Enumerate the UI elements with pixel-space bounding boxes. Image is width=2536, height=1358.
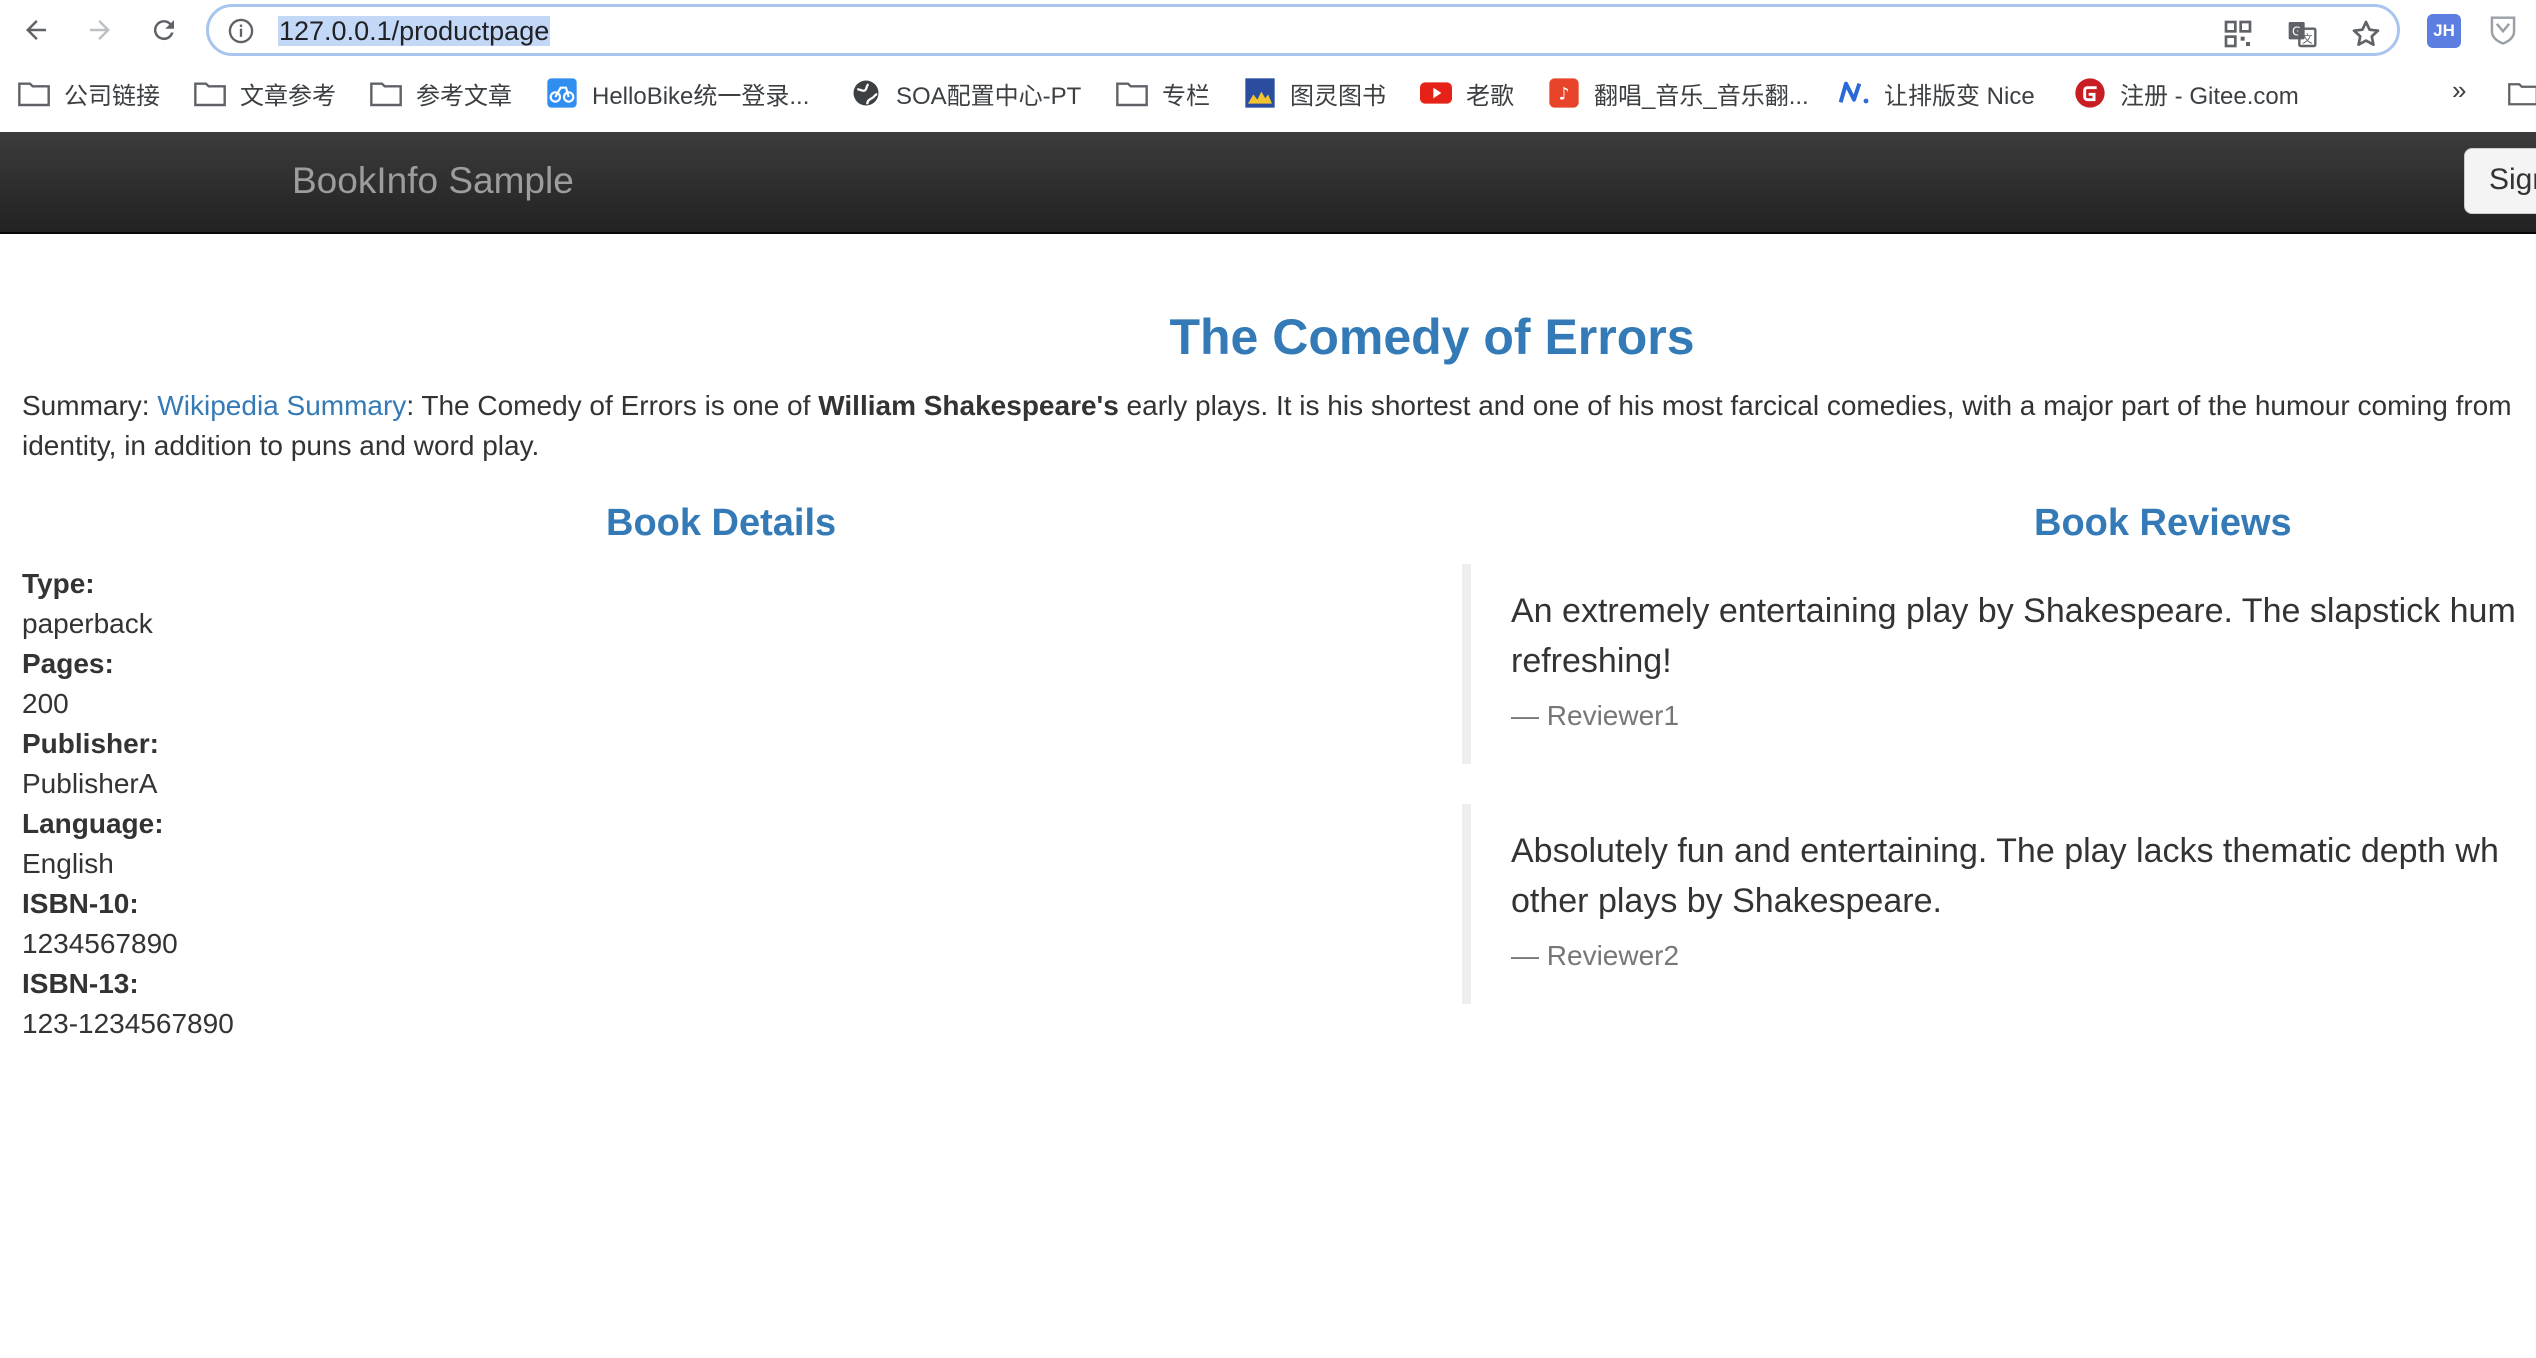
summary-line: identity, in addition to puns and word p…	[22, 430, 540, 461]
translate-icon[interactable]: G文	[2286, 18, 2318, 50]
folder-icon	[18, 77, 50, 109]
bookmark-item[interactable]: SOA配置中心-PT	[850, 73, 1081, 113]
detail-label: ISBN-13:	[22, 968, 139, 999]
youtube-icon	[1420, 77, 1452, 109]
folder-icon	[370, 77, 402, 109]
review-text: refreshing!	[1511, 642, 1672, 680]
bookmarks-bar: 公司链接 文章参考 参考文章 HelloBike统一登录... SOA配置中心-…	[0, 60, 2536, 126]
url-text[interactable]: 127.0.0.1/productpage	[278, 16, 551, 46]
bookmark-item[interactable]: 参考文章	[370, 73, 512, 113]
detail-value: 123-1234567890	[22, 1008, 234, 1039]
gitee-icon	[2074, 77, 2106, 109]
bookmark-item[interactable]: 文章参考	[194, 73, 336, 113]
arrow-right-icon	[90, 20, 110, 40]
summary-line: Summary: Wikipedia Summary: The Comedy o…	[22, 390, 2512, 421]
detail-label: ISBN-10:	[22, 888, 139, 919]
bookmark-item[interactable]: ♪ 翻唱_音乐_音乐翻...	[1548, 73, 1809, 113]
review-text: other plays by Shakespeare.	[1511, 882, 1942, 920]
nice-icon	[1838, 77, 1870, 109]
detail-label: Language:	[22, 808, 164, 839]
folder-icon	[1116, 77, 1148, 109]
brand-link[interactable]: BookInfo Sample	[292, 160, 574, 202]
browser-toolbar: 127.0.0.1/productpage G文 JH	[0, 0, 2536, 60]
bookmark-item[interactable]: 图灵图书	[1244, 73, 1386, 113]
product-summary: Summary: Wikipedia Summary: The Comedy o…	[22, 386, 2536, 466]
profile-avatar[interactable]: JH	[2427, 14, 2461, 48]
detail-value: English	[22, 848, 114, 879]
bookmark-item[interactable]: 让排版变 Nice	[1838, 73, 2035, 113]
detail-value: 200	[22, 688, 69, 719]
detail-value: PublisherA	[22, 768, 158, 799]
reload-button[interactable]	[142, 8, 186, 52]
detail-value: 1234567890	[22, 928, 178, 959]
book-details-heading: Book Details	[606, 502, 837, 544]
info-icon[interactable]	[227, 17, 255, 45]
folder-icon	[194, 77, 226, 109]
bike-icon	[546, 77, 578, 109]
reload-icon	[153, 20, 174, 41]
bookmark-item[interactable]: 老歌	[1420, 73, 1514, 113]
review-text: An extremely entertaining play by Shakes…	[1511, 592, 2516, 630]
page-title: The Comedy of Errors	[1169, 309, 1695, 365]
qr-code-icon[interactable]	[2222, 18, 2254, 50]
arrow-left-icon	[26, 20, 46, 40]
review-author: — Reviewer2	[1511, 940, 1680, 971]
review-blockquote: An extremely entertaining play by Shakes…	[1462, 564, 2536, 764]
shield-extension-icon[interactable]	[2488, 14, 2518, 46]
review-blockquote: Absolutely fun and entertaining. The pla…	[1462, 804, 2536, 1004]
detail-label: Type:	[22, 568, 95, 599]
forward-button[interactable]	[78, 8, 122, 52]
app-navbar: BookInfo Sample Sign	[0, 132, 2536, 234]
sign-in-button[interactable]: Sign	[2464, 148, 2536, 214]
music-icon: ♪	[1548, 77, 1580, 109]
review-text: Absolutely fun and entertaining. The pla…	[1511, 832, 2499, 870]
globe-icon	[850, 77, 882, 109]
svg-text:文: 文	[2302, 33, 2313, 46]
turing-icon	[1244, 77, 1276, 109]
svg-text:♪: ♪	[1558, 85, 1569, 105]
back-button[interactable]	[14, 8, 58, 52]
star-icon[interactable]	[2350, 18, 2382, 50]
bookmark-item[interactable]: 注册 - Gitee.com	[2074, 73, 2299, 113]
bookmarks-overflow-button[interactable]: »	[2452, 75, 2466, 106]
detail-label: Pages:	[22, 648, 114, 679]
bookmark-item[interactable]: 公司链接	[18, 73, 160, 113]
folder-icon[interactable]	[2508, 79, 2536, 107]
wikipedia-summary-link[interactable]: Wikipedia Summary	[157, 390, 406, 421]
book-reviews-heading: Book Reviews	[2034, 502, 2292, 544]
detail-label: Publisher:	[22, 728, 159, 759]
review-author: — Reviewer1	[1511, 700, 1680, 731]
detail-value: paperback	[22, 608, 153, 639]
address-bar[interactable]: 127.0.0.1/productpage G文	[206, 4, 2400, 56]
bookmark-item[interactable]: HelloBike统一登录...	[546, 73, 809, 113]
bookmark-item[interactable]: 专栏	[1116, 73, 1210, 113]
